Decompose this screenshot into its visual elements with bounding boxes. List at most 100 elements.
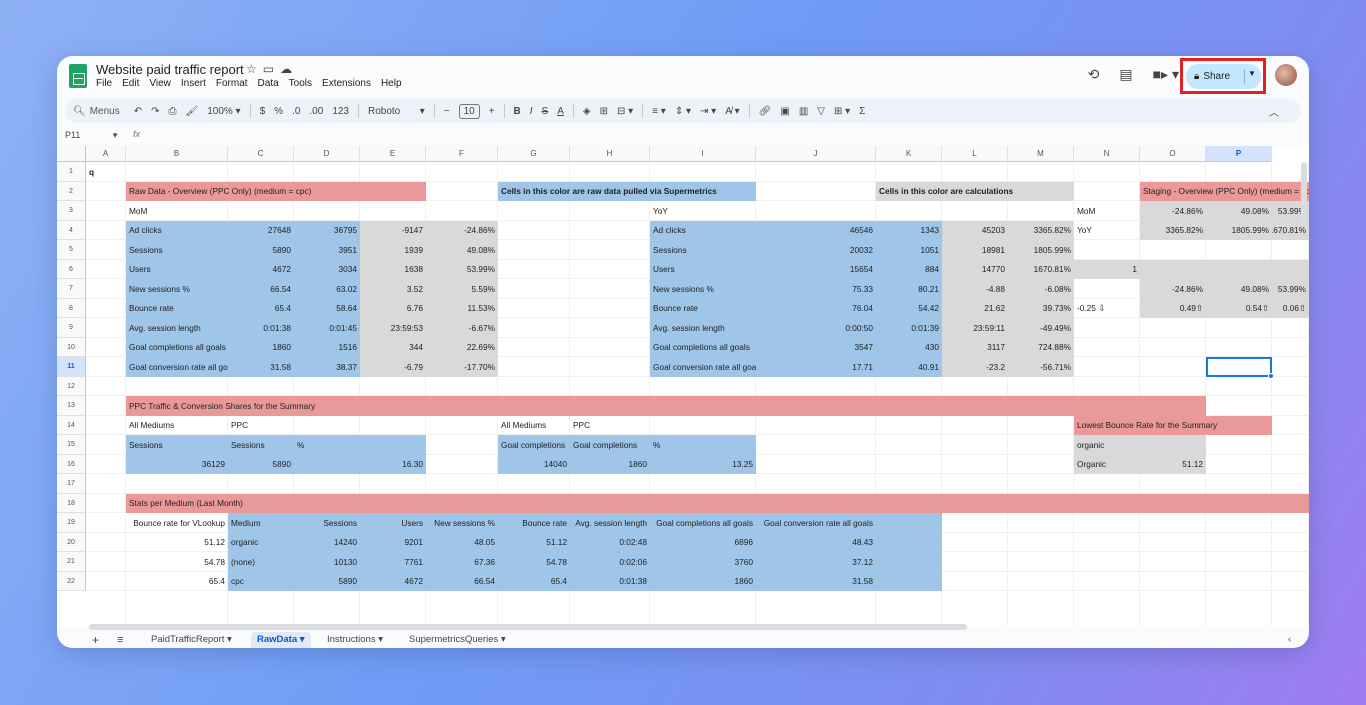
stats-column-header[interactable]: New sessions % (426, 513, 498, 533)
yoy-value-diff[interactable]: 18981 (942, 240, 1008, 260)
goal-all-header[interactable]: Goal completions (498, 435, 570, 455)
percent-button[interactable]: % (274, 106, 283, 117)
selected-cell[interactable] (1206, 357, 1272, 377)
version-history-icon[interactable]: ⟲ (1088, 66, 1100, 83)
staging-trend-value[interactable]: -0.25 ⇩ (1074, 299, 1140, 319)
row-header-15[interactable]: 15 (57, 435, 86, 455)
increase-decimal-button[interactable]: .00 (309, 106, 323, 117)
yoy-metric-label[interactable]: Users (650, 260, 756, 280)
yoy-value-pct[interactable]: 1805.99% (1008, 240, 1074, 260)
column-header-m[interactable]: M (1008, 146, 1074, 162)
goal-ppc-header[interactable]: Goal completions (570, 435, 650, 455)
sessions-all-header[interactable]: Sessions (126, 435, 228, 455)
fill-handle[interactable] (1268, 372, 1274, 379)
mom-value-diff[interactable]: 3.52 (360, 279, 426, 299)
yoy-value-diff[interactable]: -23.2 (942, 357, 1008, 377)
mom-value-previous[interactable]: 3034 (294, 260, 360, 280)
yoy-value-previous[interactable]: 0:01:39 (876, 318, 942, 338)
mom-metric-label[interactable]: New sessions % (126, 279, 228, 299)
tab-instructions[interactable]: Instructions ▾ (321, 632, 389, 648)
menu-view[interactable]: View (149, 78, 171, 89)
column-header-o[interactable]: O (1140, 146, 1206, 162)
raw-data-header[interactable]: Raw Data - Overview (PPC Only) (medium =… (126, 182, 426, 202)
stats-cell[interactable]: 37.12 (756, 552, 876, 572)
mom-value-current[interactable]: 31.58 (228, 357, 294, 377)
yoy-metric-label[interactable]: Goal completions all goals (650, 338, 756, 358)
lowest-bounce-value[interactable]: 51.12 (1140, 455, 1206, 475)
mom-value-current[interactable]: 4672 (228, 260, 294, 280)
decrease-decimal-button[interactable]: .0 (292, 106, 300, 117)
mom-value-pct[interactable]: -17.70% (426, 357, 498, 377)
column-header-k[interactable]: K (876, 146, 942, 162)
calculations-legend[interactable]: Cells in this color are calculations (876, 182, 1074, 202)
row-header-20[interactable]: 20 (57, 532, 86, 552)
yoy-value-diff[interactable]: 23:59:11 (942, 318, 1008, 338)
yoy-metric-label[interactable]: New sessions % (650, 279, 756, 299)
mom-label[interactable]: MoM (126, 201, 228, 221)
yoy-value-current[interactable]: 76.04 (756, 299, 876, 319)
staging-mom-value[interactable]: 49.08% (1206, 201, 1272, 221)
font-size-decrease-icon[interactable]: − (444, 106, 450, 117)
mom-value-pct[interactable]: 53.99% (426, 260, 498, 280)
row-header-10[interactable]: 10 (57, 337, 86, 357)
mom-value-previous[interactable]: 58.64 (294, 299, 360, 319)
row-header-13[interactable]: 13 (57, 396, 86, 416)
stats-cell[interactable]: 4672 (360, 572, 426, 592)
stats-cell[interactable]: 48.43 (756, 533, 876, 553)
name-box[interactable]: P11 ▾ (65, 130, 117, 141)
stats-cell[interactable]: 0:01:38 (570, 572, 650, 592)
ppc-label[interactable]: PPC (570, 416, 650, 436)
font-select[interactable]: Roboto ▾ (368, 106, 425, 117)
stats-cell[interactable]: 3760 (650, 552, 756, 572)
mom-metric-label[interactable]: Bounce rate (126, 299, 228, 319)
raw-data-legend[interactable]: Cells in this color are raw data pulled … (498, 182, 756, 202)
cell-a1[interactable]: q (86, 162, 126, 182)
lowest-bounce-label[interactable]: Organic (1074, 455, 1140, 475)
goal-pct-header[interactable]: % (650, 435, 756, 455)
stats-cell[interactable]: organic (228, 533, 294, 553)
sessions-pct-header[interactable]: % (294, 435, 360, 455)
cloud-status-icon[interactable]: ☁ (280, 62, 292, 76)
row-header-17[interactable]: 17 (57, 474, 86, 494)
sheet-nav-left-icon[interactable]: ‹ (1288, 632, 1291, 648)
yoy-value-previous[interactable]: 1051 (876, 240, 942, 260)
functions-button[interactable]: Σ (859, 106, 865, 117)
mom-value-pct[interactable]: 22.69% (426, 338, 498, 358)
tab-paidtrafficreport[interactable]: PaidTrafficReport ▾ (145, 632, 238, 648)
mom-value-diff[interactable]: 1939 (360, 240, 426, 260)
text-rotation-icon[interactable]: A̸ ▾ (725, 106, 739, 117)
mom-value-pct[interactable]: -6.67% (426, 318, 498, 338)
lowest-bounce-medium[interactable]: organic (1074, 435, 1140, 455)
yoy-metric-label[interactable]: Bounce rate (650, 299, 756, 319)
row-header-21[interactable]: 21 (57, 552, 86, 572)
yoy-value-previous[interactable]: 54.42 (876, 299, 942, 319)
horizontal-scrollbar[interactable] (89, 624, 967, 630)
row-header-4[interactable]: 4 (57, 220, 86, 240)
search-menus[interactable]: 🔍︎ Menus (73, 106, 120, 117)
column-header-d[interactable]: D (294, 146, 360, 162)
row-header-2[interactable]: 2 (57, 181, 86, 201)
ppc-label[interactable]: PPC (228, 416, 294, 436)
mom-value-current[interactable]: 5890 (228, 240, 294, 260)
mom-value-diff[interactable]: 344 (360, 338, 426, 358)
stats-cell[interactable]: 51.12 (126, 533, 228, 553)
yoy-value-pct[interactable]: 3365.82% (1008, 221, 1074, 241)
stats-column-header[interactable]: Bounce rate for VLookup (126, 513, 228, 533)
insert-comment-icon[interactable]: ▣ (780, 106, 789, 117)
strikethrough-button[interactable]: S (542, 106, 549, 117)
yoy-value-pct[interactable]: -6.08% (1008, 279, 1074, 299)
menu-insert[interactable]: Insert (181, 78, 206, 89)
row-header-1[interactable]: 1 (57, 162, 86, 182)
column-header-c[interactable]: C (228, 146, 294, 162)
stats-column-header[interactable]: Sessions (294, 513, 360, 533)
menu-file[interactable]: File (96, 78, 112, 89)
document-title[interactable]: Website paid traffic report (96, 62, 244, 77)
undo-icon[interactable]: ↶ (134, 106, 142, 117)
column-header-g[interactable]: G (498, 146, 570, 162)
yoy-value-current[interactable]: 75.33 (756, 279, 876, 299)
stats-cell[interactable]: 65.4 (126, 572, 228, 592)
yoy-value-previous[interactable]: 1343 (876, 221, 942, 241)
mom-value-current[interactable]: 27648 (228, 221, 294, 241)
yoy-value-pct[interactable]: -49.49% (1008, 318, 1074, 338)
yoy-label[interactable]: YoY (650, 201, 756, 221)
